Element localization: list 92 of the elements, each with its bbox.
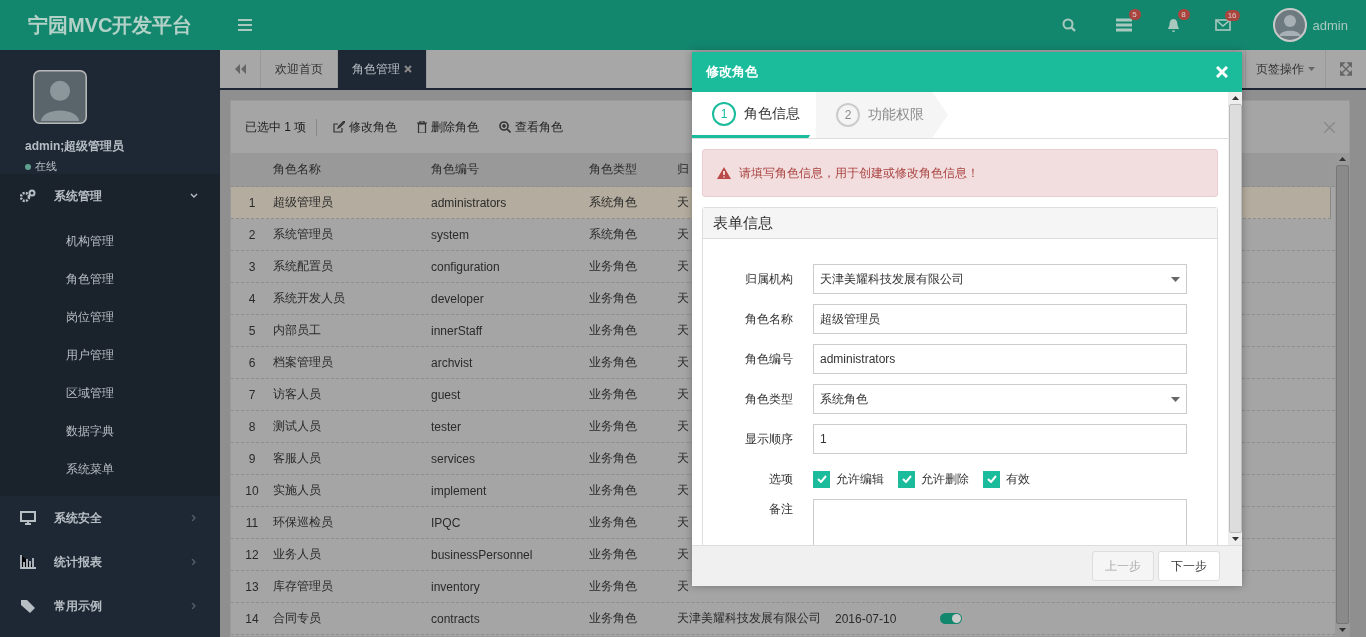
row-number: 2 [247, 227, 257, 242]
table-cell-text: 库存管理员 [273, 578, 334, 595]
table-cell-text: 业务角色 [589, 322, 638, 339]
table-cell-text: 测试人员 [273, 418, 322, 435]
table-cell-text: contracts [431, 611, 481, 626]
row-number: 9 [247, 451, 257, 466]
table-cell-text: 业务角色 [589, 610, 638, 627]
count-badge: 5 [1128, 9, 1141, 20]
table-cell-text: 超级管理员 [273, 194, 334, 211]
table-cell-text: 业务人员 [273, 546, 322, 563]
table-cell: 天 [677, 483, 689, 497]
row-number: 11 [244, 515, 260, 530]
table-cell-text: configuration [431, 259, 501, 274]
table-cell-text: 实施人员 [273, 482, 322, 499]
table-cell: 天 [677, 259, 689, 273]
table-cell-text: 客服人员 [273, 450, 322, 467]
table-cell-text: services [431, 451, 476, 466]
status-text: 在线 [35, 159, 57, 174]
row-number: 1 [247, 195, 257, 210]
table-cell-text: businessPersonnel [431, 547, 534, 562]
row-number: 14 [244, 611, 260, 626]
table-cell-text: 业务角色 [589, 514, 638, 531]
row-number: 4 [247, 291, 257, 306]
table-cell: 天 [677, 579, 689, 593]
table-cell-text: 业务角色 [589, 578, 638, 595]
field-label: 角色名称 [744, 310, 794, 328]
table-cell: 天 [677, 291, 689, 305]
field-label: 角色类型 [744, 390, 794, 408]
table-cell: 天 [677, 195, 689, 209]
row-number: 13 [244, 579, 260, 594]
table-cell: 天津美耀科技发展有限公司 [677, 611, 821, 625]
field-label: 选项 [768, 470, 794, 488]
field-label: 归属机构 [744, 270, 794, 288]
section-title: 表单信息 [703, 208, 1217, 239]
table-cell-text: administrators [431, 195, 508, 210]
column-header: 角色类型 [589, 162, 637, 176]
column-header: 归 [677, 162, 689, 176]
dialog-title: 修改角色 [706, 63, 758, 81]
table-cell-text: 系统角色 [589, 194, 638, 211]
table-cell-text: 系统角色 [589, 226, 638, 243]
row-number: 6 [247, 355, 257, 370]
table-cell-text: guest [431, 387, 462, 402]
row-number: 8 [247, 419, 257, 434]
table-cell: 天 [677, 323, 689, 337]
table-cell-text: IPQC [431, 515, 462, 530]
table-cell-text: developer [431, 291, 485, 306]
profile-name: admin;超级管理员 [25, 138, 125, 155]
row-number: 7 [247, 387, 257, 402]
table-cell-text: tester [431, 419, 462, 434]
table-cell-text: 环保巡检员 [273, 514, 334, 531]
table-cell-text: 业务角色 [589, 290, 638, 307]
table-cell-text: 业务角色 [589, 386, 638, 403]
app-title: 宁园MVC开发平台 [27, 12, 194, 38]
table-cell-text: 业务角色 [589, 546, 638, 563]
field-label: 备注 [768, 501, 794, 518]
row-number: 5 [247, 323, 257, 338]
table-cell: 天 [677, 515, 689, 529]
table-cell-text: inventory [431, 579, 481, 594]
table-cell-text: innerStaff [431, 323, 484, 338]
table-cell: 天 [677, 547, 689, 561]
table-cell-text: system [431, 227, 470, 242]
row-number: 12 [244, 547, 260, 562]
table-cell-text: 访客人员 [273, 386, 322, 403]
table-cell-text: 档案管理员 [273, 354, 334, 371]
table-cell-text: implement [431, 483, 488, 498]
field-label: 显示顺序 [744, 430, 794, 448]
table-cell-text: 系统管理员 [273, 226, 334, 243]
column-header: 角色编号 [431, 162, 479, 176]
table-cell: 天 [677, 387, 689, 401]
count-badge: 16 [1224, 10, 1240, 21]
table-cell: 天 [677, 355, 689, 369]
column-header: 角色名称 [273, 162, 321, 176]
table-cell-text: 内部员工 [273, 322, 322, 339]
row-number: 3 [247, 259, 257, 274]
table-cell-text: 业务角色 [589, 258, 638, 275]
row-number: 10 [244, 483, 260, 498]
table-cell: 天 [677, 451, 689, 465]
table-cell-text: 业务角色 [589, 482, 638, 499]
selection-count: 已选中 1 项 [245, 118, 318, 136]
table-cell-text: 业务角色 [589, 418, 638, 435]
field-label: 角色编号 [744, 350, 794, 368]
table-cell-text: 业务角色 [589, 450, 638, 467]
table-cell-text: 业务角色 [589, 354, 638, 371]
table-cell: 天 [677, 419, 689, 433]
table-cell-text: 2016-07-10 [835, 611, 898, 626]
table-cell-text: 系统开发人员 [273, 290, 346, 307]
table-cell-text: 合同专员 [273, 610, 322, 627]
alert-text: 请填写角色信息，用于创建或修改角色信息！ [739, 164, 979, 182]
table-cell-text: archvist [431, 355, 474, 370]
table-cell: 天 [677, 227, 689, 241]
count-badge: 8 [1177, 8, 1190, 20]
table-cell-text: 系统配置员 [273, 258, 334, 275]
